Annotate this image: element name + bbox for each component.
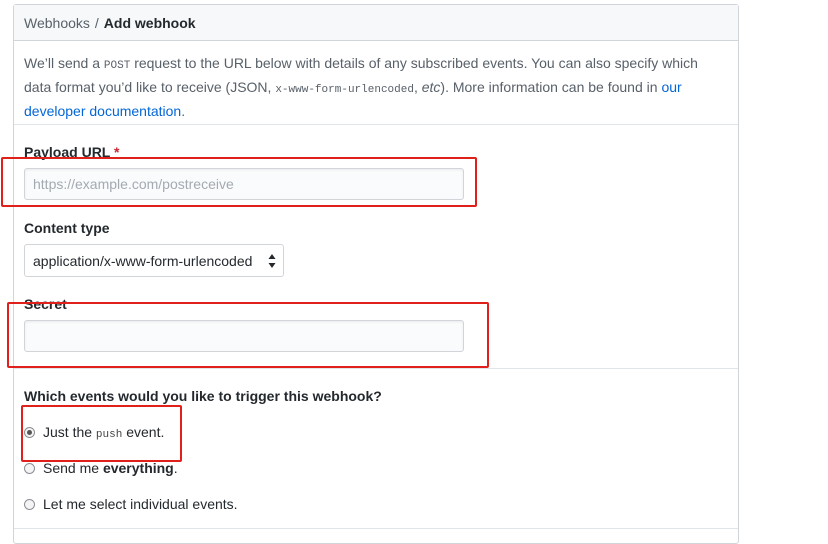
- radio-button-checked[interactable]: [24, 427, 35, 438]
- add-webhook-panel: Webhooks / Add webhook We’ll send a POST…: [13, 4, 739, 544]
- breadcrumb-webhooks-link[interactable]: Webhooks: [24, 15, 90, 31]
- secret-label: Secret: [24, 296, 67, 312]
- intro-etc: etc: [421, 79, 441, 95]
- radio-button[interactable]: [24, 498, 35, 510]
- everything-bold: everything: [102, 460, 174, 476]
- radio-label: Send me everything.: [43, 460, 178, 476]
- events-question: Which events would you like to trigger t…: [24, 388, 382, 404]
- radio-option-everything[interactable]: Send me everything.: [24, 460, 178, 476]
- breadcrumb-separator: /: [94, 14, 99, 31]
- payload-url-label-text: Payload URL: [24, 144, 111, 160]
- select-arrows-icon: [268, 254, 276, 268]
- divider: [14, 368, 738, 369]
- secret-input[interactable]: [24, 320, 464, 352]
- intro-text: ,: [413, 79, 422, 95]
- page-title: Add webhook: [103, 14, 196, 31]
- content-type-select[interactable]: application/x-www-form-urlencoded: [24, 244, 284, 277]
- content-type-label: Content type: [24, 220, 110, 236]
- intro-text: ). More information can be found in: [440, 79, 662, 95]
- format-code: x-www-form-urlencoded: [275, 84, 414, 96]
- intro-text: We’ll send a: [24, 55, 104, 71]
- radio-label: Just the push event.: [43, 424, 165, 441]
- payload-url-label: Payload URL *: [24, 144, 119, 160]
- post-method-code: POST: [103, 60, 131, 72]
- radio-button[interactable]: [24, 462, 35, 474]
- push-code: push: [95, 429, 123, 441]
- divider: [14, 528, 738, 529]
- content-type-selected-value: application/x-www-form-urlencoded: [33, 252, 253, 269]
- divider: [14, 124, 738, 125]
- radio-option-push[interactable]: Just the push event.: [24, 424, 164, 441]
- radio-label: Let me select individual events.: [43, 496, 238, 512]
- breadcrumb: Webhooks / Add webhook: [14, 5, 738, 41]
- intro-description: We’ll send a POST request to the URL bel…: [24, 53, 724, 122]
- radio-option-individual[interactable]: Let me select individual events.: [24, 496, 238, 512]
- intro-text: .: [181, 103, 186, 119]
- required-asterisk: *: [114, 144, 120, 160]
- payload-url-input[interactable]: [24, 168, 464, 200]
